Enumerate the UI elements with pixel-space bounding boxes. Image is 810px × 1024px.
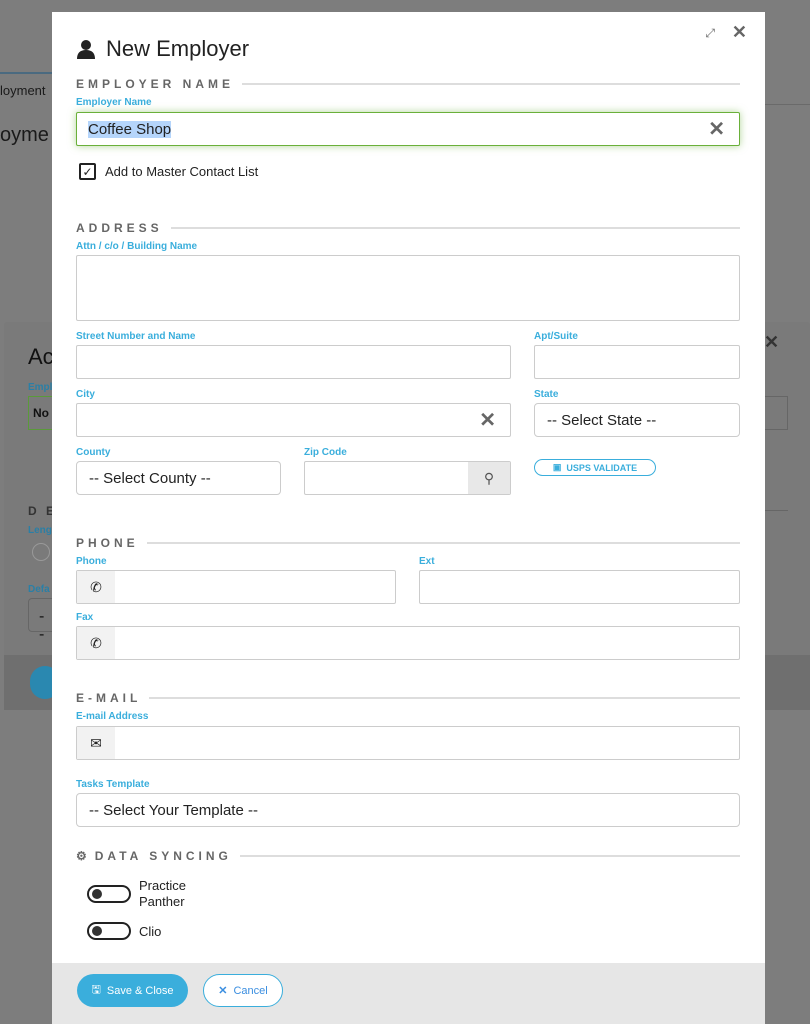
clear-icon[interactable]: ✕ [708, 117, 725, 142]
master-contact-label: Add to Master Contact List [105, 164, 259, 179]
envelope-icon: ✉ [77, 727, 115, 759]
save-icon: 🖫 [91, 984, 101, 996]
tasks-template-select[interactable]: -- Select Your Template -- [76, 793, 740, 827]
email-label: E-mail Address [76, 711, 149, 722]
modal-title-text: New Employer [106, 36, 250, 61]
expand-icon[interactable]: ⤢ [705, 26, 715, 41]
state-label: State [534, 389, 559, 400]
background-default-label: Defa [28, 584, 50, 595]
phone-label: Phone [76, 556, 107, 567]
section-employer-name: EMPLOYER NAME [76, 77, 740, 91]
toggle-label: Clio [139, 923, 162, 939]
phone-input[interactable]: ✆ [76, 570, 396, 604]
ext-input[interactable] [419, 570, 740, 604]
sync-practice-panther: Practice Panther [87, 878, 186, 910]
background-length-label: Leng [28, 525, 52, 536]
sync-clio: Clio [87, 922, 161, 940]
usps-validate-label: USPS VALIDATE [566, 462, 638, 473]
toggle-label: Panther [139, 894, 185, 909]
checkbox-check-icon[interactable]: ✓ [79, 163, 96, 180]
clear-icon[interactable]: ✕ [479, 408, 496, 433]
background-divider-right [764, 510, 788, 511]
background-label: Empl [28, 382, 53, 393]
background-radio [32, 543, 50, 561]
fax-label: Fax [76, 612, 94, 623]
section-data-syncing: ⚙ DATA SYNCING [76, 849, 740, 863]
employer-name-label: Employer Name [76, 97, 152, 108]
modal-footer: 🖫 Save & Close ✕ Cancel [52, 963, 765, 1024]
tasks-template-label: Tasks Template [76, 779, 150, 790]
search-icon[interactable]: ⚲ [468, 462, 510, 494]
apt-input[interactable] [534, 345, 740, 379]
background-modal-title: Ac [28, 344, 54, 369]
background-close-icon: ✕ [764, 332, 780, 352]
save-close-button[interactable]: 🖫 Save & Close [77, 974, 188, 1007]
state-select[interactable]: -- Select State -- [534, 403, 740, 437]
cancel-button[interactable]: ✕ Cancel [203, 974, 283, 1007]
card-icon: ▣ [552, 462, 562, 472]
phone-icon: ✆ [77, 571, 115, 603]
city-input[interactable]: ✕ [76, 403, 511, 437]
fax-input[interactable]: ✆ [76, 626, 740, 660]
attn-label: Attn / c/o / Building Name [76, 241, 198, 252]
county-label: County [76, 447, 111, 458]
clio-toggle[interactable] [87, 922, 131, 940]
background-field-right [764, 396, 788, 430]
email-input[interactable]: ✉ [76, 726, 740, 760]
new-employer-modal: ⤢ ✕ New Employer EMPLOYER NAME Employer … [52, 12, 765, 1024]
modal-title: New Employer [76, 36, 249, 62]
county-select[interactable]: -- Select County -- [76, 461, 281, 495]
section-heading: EMPLOYER NAME [76, 77, 235, 91]
street-label: Street Number and Name [76, 331, 196, 342]
section-heading: E-MAIL [76, 691, 142, 705]
toggle-label: Practice [139, 878, 186, 893]
attn-input[interactable] [76, 255, 740, 321]
section-phone: PHONE [76, 536, 740, 550]
city-label: City [76, 389, 95, 400]
close-icon[interactable]: ✕ [732, 22, 747, 43]
zip-label: Zip Code [304, 447, 347, 458]
user-icon [77, 40, 95, 59]
gear-icon: ⚙ [76, 849, 87, 863]
section-heading: DATA SYNCING [94, 849, 232, 863]
save-label: Save & Close [106, 984, 174, 997]
section-heading: PHONE [76, 536, 139, 550]
x-icon: ✕ [218, 985, 228, 997]
zip-input[interactable]: ⚲ [304, 461, 511, 495]
section-address: ADDRESS [76, 221, 740, 235]
street-input[interactable] [76, 345, 511, 379]
practice-panther-toggle[interactable] [87, 885, 131, 903]
master-contact-checkbox[interactable]: ✓ Add to Master Contact List [79, 163, 258, 180]
ext-label: Ext [419, 556, 435, 567]
apt-label: Apt/Suite [534, 331, 578, 342]
cancel-label: Cancel [233, 984, 268, 997]
phone-icon: ✆ [77, 627, 115, 659]
employer-name-input[interactable]: Coffee Shop ✕ [76, 112, 740, 146]
usps-validate-button[interactable]: ▣ USPS VALIDATE [534, 459, 656, 476]
background-heading: oyme [0, 124, 49, 146]
section-email: E-MAIL [76, 691, 740, 705]
background-tab: loyment [0, 72, 52, 104]
section-heading: ADDRESS [76, 221, 163, 235]
employer-name-value: Coffee Shop [88, 121, 172, 138]
